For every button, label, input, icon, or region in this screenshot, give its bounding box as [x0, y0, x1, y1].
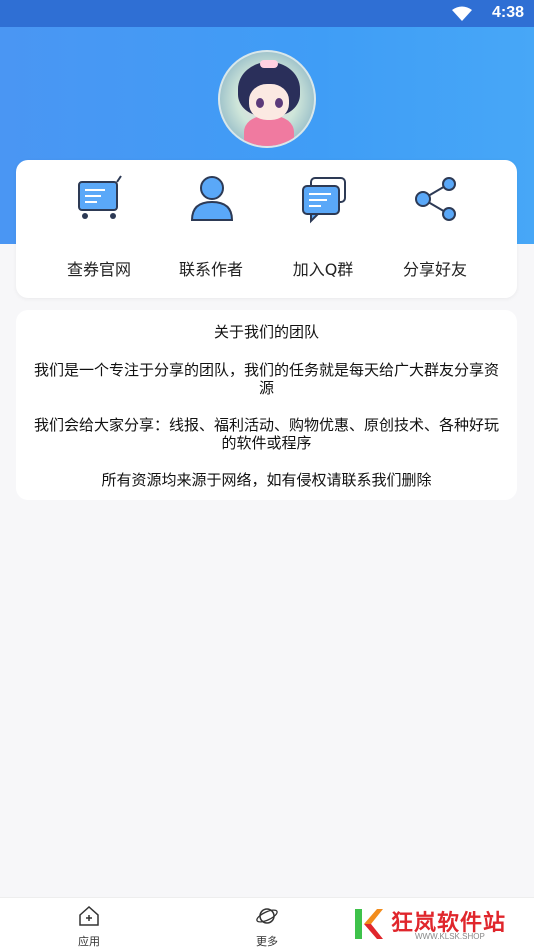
menu-item-share-friends[interactable]: 分享好友: [375, 174, 495, 284]
avatar[interactable]: [218, 50, 316, 148]
share-icon: [415, 177, 456, 221]
nav-item-apps[interactable]: 应用: [59, 904, 119, 948]
shopping-cart-icon: [78, 175, 122, 219]
menu-item-label: 分享好友: [402, 260, 467, 279]
about-paragraph-3: 所有资源均来源于网络，如有侵权请联系我们删除: [101, 471, 432, 489]
about-paragraph-1-line-2: 源: [258, 379, 274, 397]
about-paragraph-1-line-1: 我们是一个专注于分享的团队，我们的任务就是每天给广大群友分享资: [33, 361, 499, 379]
nav-label: 更多: [256, 935, 278, 948]
about-team-card: 关于我们的团队 我们是一个专注于分享的团队，我们的任务就是每天给广大群友分享资 …: [16, 310, 517, 500]
menu-item-join-qq-group[interactable]: 加入Q群: [263, 174, 383, 284]
person-icon: [190, 176, 234, 221]
menu-item-contact-author[interactable]: 联系作者: [151, 174, 271, 284]
about-title: 关于我们的团队: [213, 323, 319, 341]
watermark-url: WWW.KLSK.SHOP: [415, 932, 485, 941]
about-paragraph-2-line-1: 我们会给大家分享：线报、福利活动、购物优惠、原创技术、各种好玩: [33, 416, 499, 434]
planet-icon: [256, 908, 278, 924]
menu-card: 查券官网 联系作者 加入Q群 分享好友: [16, 160, 517, 298]
k-logo-icon: [355, 909, 383, 939]
wifi-icon: [452, 6, 472, 21]
chat-bubble-icon: [302, 177, 346, 224]
menu-item-coupon-site[interactable]: 查券官网: [39, 174, 159, 284]
home-icon: [79, 905, 99, 926]
menu-item-label: 加入Q群: [292, 260, 354, 279]
nav-label: 应用: [78, 935, 100, 948]
nav-item-more[interactable]: 更多: [237, 904, 297, 948]
status-bar: 4:38: [0, 0, 534, 27]
watermark-logo: 狂岚软件站 WWW.KLSK.SHOP: [353, 905, 518, 943]
status-time: 4:38: [491, 4, 524, 21]
about-paragraph-2-line-2: 的软件或程序: [221, 434, 312, 452]
menu-item-label: 联系作者: [178, 260, 243, 279]
menu-item-label: 查券官网: [66, 260, 131, 279]
